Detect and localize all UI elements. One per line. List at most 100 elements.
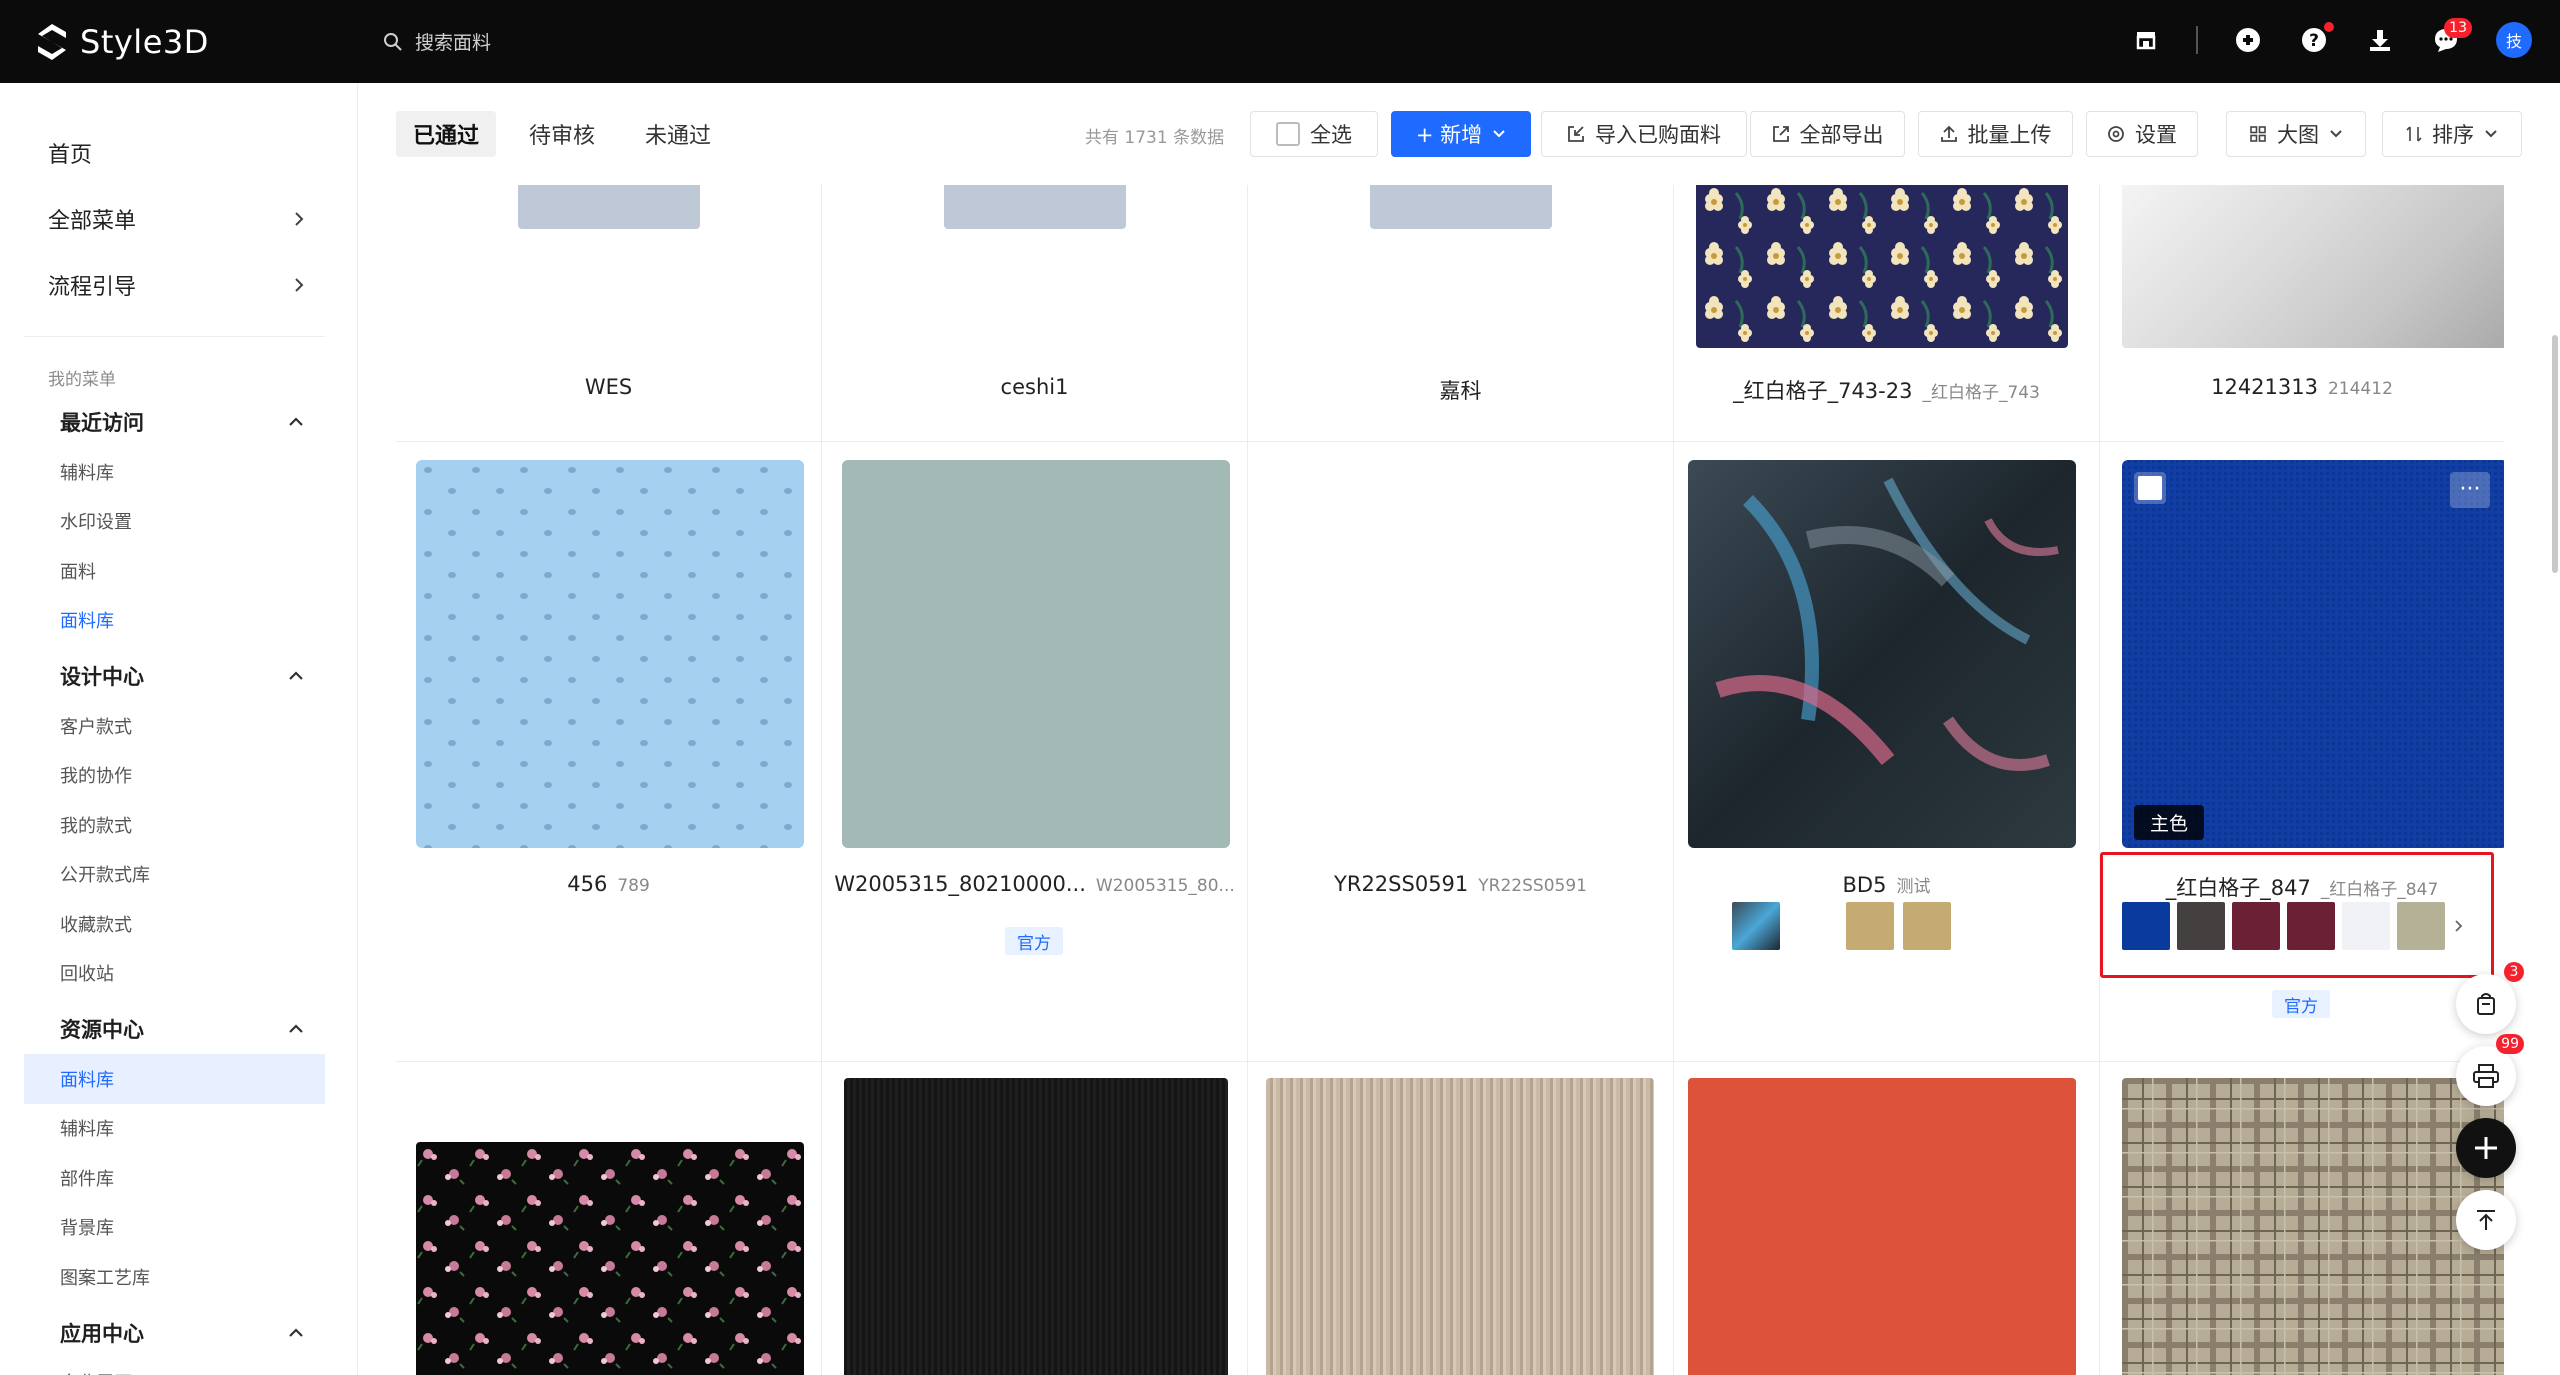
sidebar-item-showroom[interactable]: 企业展厅 — [0, 1358, 357, 1375]
fabric-name: W2005315_80210000... — [834, 872, 1086, 896]
tab-pending[interactable]: 待审核 — [512, 111, 612, 157]
fabric-code: _红白格子_743 — [1922, 383, 2040, 403]
fabric-card[interactable]: YR22SS0591 YR22SS0591 — [1248, 442, 1674, 1062]
help-alert-dot — [2324, 22, 2334, 32]
fabric-card[interactable] — [1248, 1062, 1674, 1375]
sidebar-group-apps[interactable]: 应用中心 — [0, 1308, 357, 1358]
sidebar-item-my-styles[interactable]: 我的款式 — [0, 800, 357, 850]
colorway-list — [1732, 902, 1951, 950]
tab-approved[interactable]: 已通过 — [396, 111, 496, 157]
chevron-up-icon — [289, 1024, 303, 1033]
search-icon — [384, 32, 402, 51]
fabric-card[interactable] — [1674, 1062, 2100, 1375]
settings-icon — [2108, 126, 2124, 142]
sidebar-group-design[interactable]: 设计中心 — [0, 651, 357, 701]
arrow-up-icon — [2477, 1210, 2495, 1230]
sidebar-item-accessory-lib[interactable]: 辅料库 — [0, 447, 357, 497]
sidebar-item-fabric[interactable]: 面料 — [0, 546, 357, 596]
fabric-thumbnail — [842, 460, 1230, 848]
bag-count-badge: 3 — [2504, 962, 2524, 982]
export-all-button[interactable]: 全部导出 — [1750, 111, 1905, 157]
fabric-thumbnail — [2122, 185, 2504, 348]
fabric-card[interactable]: _红白格子_743-23 _红白格子_743 — [1674, 185, 2100, 442]
sidebar-item-recycle-bin[interactable]: 回收站 — [0, 949, 357, 999]
sidebar-item-watermark[interactable]: 水印设置 — [0, 497, 357, 547]
grid-view-icon — [2250, 126, 2266, 142]
sidebar-group-resource[interactable]: 资源中心 — [0, 1004, 357, 1054]
import-purchased-button[interactable]: 导入已购面料 — [1541, 111, 1747, 157]
fabric-card[interactable]: 嘉科 — [1248, 185, 1674, 442]
app-logo[interactable]: Style3D — [34, 22, 209, 62]
fabric-card[interactable]: 12421313 214412 — [2100, 185, 2504, 442]
fabric-card[interactable] — [396, 1062, 822, 1375]
fabric-card[interactable] — [2100, 1062, 2504, 1375]
view-mode-select[interactable]: 大图 — [2226, 111, 2366, 157]
message-icon[interactable]: 13 — [2430, 18, 2472, 56]
chevron-up-icon — [289, 417, 303, 426]
card-checkbox[interactable] — [2134, 472, 2166, 504]
sidebar-item-parts-lib[interactable]: 部件库 — [0, 1153, 357, 1203]
fabric-card[interactable] — [822, 1062, 1248, 1375]
sidebar-item-all-menu[interactable]: 全部菜单 — [48, 186, 357, 252]
help-icon[interactable]: ? — [2298, 22, 2334, 56]
fabric-thumbnail — [2122, 1078, 2504, 1375]
sidebar-item-process-guide[interactable]: 流程引导 — [48, 252, 357, 318]
chevron-right-icon — [295, 212, 304, 226]
colorway-swatch[interactable] — [1903, 902, 1951, 950]
add-float-button[interactable] — [2456, 1118, 2516, 1178]
add-button[interactable]: + 新增 — [1391, 111, 1531, 157]
sort-select[interactable]: 排序 — [2382, 111, 2522, 157]
official-tag: 官方 — [1005, 927, 1063, 955]
fabric-code: 214412 — [2327, 379, 2393, 399]
sidebar-item-client-styles[interactable]: 客户款式 — [0, 701, 357, 751]
download-icon[interactable] — [2364, 24, 2396, 56]
fabric-card[interactable]: WES — [396, 185, 822, 442]
select-all-checkbox[interactable]: 全选 — [1250, 111, 1378, 157]
more-icon[interactable]: ··· — [2450, 472, 2490, 508]
fabric-grid: WES ceshi1 嘉科 _红白格子_743-23 _红白格子_743 1242… — [396, 185, 2504, 1375]
fabric-thumbnail — [1688, 460, 2076, 848]
printer-icon — [2473, 1064, 2499, 1088]
sidebar-item-trims-lib[interactable]: 辅料库 — [0, 1104, 357, 1154]
fabric-thumbnail — [2122, 460, 2504, 848]
sidebar-item-favorites[interactable]: 收藏款式 — [0, 899, 357, 949]
fabric-name: 456 — [567, 872, 608, 896]
sidebar-group-recent[interactable]: 最近访问 — [0, 397, 357, 447]
sidebar-item-background-lib[interactable]: 背景库 — [0, 1203, 357, 1253]
sidebar-item-home[interactable]: 首页 — [48, 120, 357, 186]
tab-rejected[interactable]: 未通过 — [628, 111, 728, 157]
bulk-upload-button[interactable]: 批量上传 — [1918, 111, 2073, 157]
colorway-swatch[interactable] — [1732, 902, 1780, 950]
divider — [2196, 26, 2198, 54]
user-avatar[interactable]: 技 — [2496, 22, 2532, 58]
fabric-thumbnail — [844, 1078, 1228, 1375]
settings-button[interactable]: 设置 — [2086, 111, 2198, 157]
plugin-icon[interactable] — [2232, 24, 2264, 56]
fabric-card[interactable]: BD5 测试 — [1674, 442, 2100, 1062]
sidebar-item-fabric-lib-recent[interactable]: 面料库 — [0, 596, 357, 646]
store-icon[interactable] — [2130, 24, 2162, 56]
search-input[interactable]: 搜索面料 — [383, 28, 491, 55]
bag-button[interactable]: 3 — [2456, 962, 2524, 1034]
sidebar-item-public-styles[interactable]: 公开款式库 — [0, 850, 357, 900]
scrollbar[interactable] — [2552, 335, 2558, 573]
fabric-thumbnail — [1688, 1078, 2076, 1375]
import-icon — [1568, 126, 1584, 142]
search-placeholder: 搜索面料 — [415, 32, 492, 54]
print-button[interactable]: 99 — [2456, 1034, 2524, 1106]
chevron-down-icon — [1493, 130, 1505, 138]
fabric-card[interactable]: ceshi1 — [822, 185, 1248, 442]
fabric-card[interactable]: 456 789 — [396, 442, 822, 1062]
fabric-thumbnail — [1696, 185, 2068, 348]
back-to-top-button[interactable] — [2456, 1190, 2516, 1250]
fabric-name: _红白格子_743-23 — [1733, 379, 1913, 403]
sidebar-item-fabric-lib[interactable]: 面料库 — [24, 1054, 325, 1104]
sidebar-item-pattern-lib[interactable]: 图案工艺库 — [0, 1252, 357, 1302]
fabric-name: BD5 — [1842, 873, 1887, 897]
fabric-thumbnail — [1266, 1078, 1654, 1375]
sidebar-item-my-collab[interactable]: 我的协作 — [0, 751, 357, 801]
bag-icon — [2477, 993, 2495, 1015]
fabric-code: YR22SS0591 — [1478, 876, 1587, 896]
fabric-card[interactable]: W2005315_80210000... W2005315_80... 官方 — [822, 442, 1248, 1062]
colorway-swatch[interactable] — [1846, 902, 1894, 950]
